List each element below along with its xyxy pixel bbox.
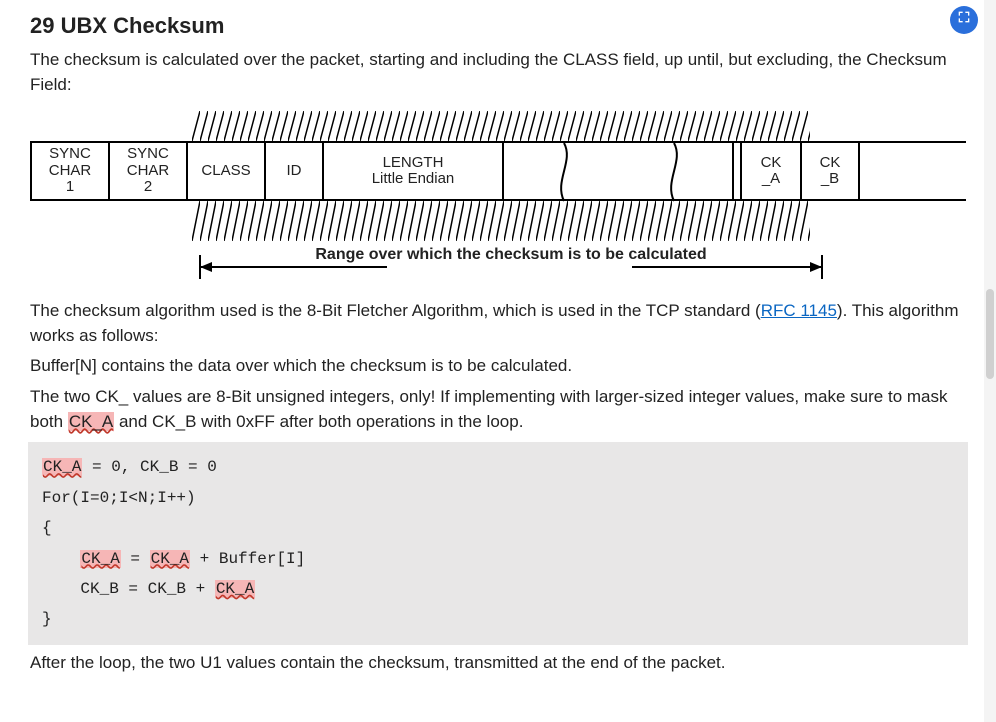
code-hl: CK_A [42, 458, 82, 476]
diagram-hatch-bottom [192, 201, 810, 241]
code-hl: CK_A [215, 580, 255, 598]
code-hl: CK_A [150, 550, 190, 568]
expand-page-button[interactable] [950, 6, 978, 34]
range-label: Range over which the checksum is to be c… [192, 245, 830, 264]
diagram-hatch-top [192, 111, 810, 141]
cell-sync2: SYNC CHAR 2 [108, 143, 186, 199]
ck-paragraph: The two CK_ values are 8-Bit unsigned in… [30, 385, 966, 434]
buffer-paragraph: Buffer[N] contains the data over which t… [30, 354, 966, 379]
cell-payload [502, 143, 732, 199]
scrollbar-thumb[interactable] [986, 289, 994, 379]
packet-diagram: SYNC CHAR 1 SYNC CHAR 2 CLASS ID LENGTH … [30, 111, 966, 291]
cell-id: ID [264, 143, 322, 199]
cell-sync1: SYNC CHAR 1 [30, 143, 108, 199]
cell-cka: CK _A [740, 143, 800, 199]
cell-ckb: CK _B [800, 143, 860, 199]
intro-paragraph: The checksum is calculated over the pack… [30, 48, 966, 97]
code-block: CK_A = 0, CK_B = 0 For(I=0;I<N;I++) { CK… [28, 442, 968, 644]
expand-arrows-icon [956, 8, 972, 33]
cell-length: LENGTH Little Endian [322, 143, 502, 199]
rfc-link[interactable]: RFC 1145 [761, 301, 837, 320]
section-heading: 29 UBX Checksum [30, 10, 966, 42]
algorithm-paragraph: The checksum algorithm used is the 8-Bit… [30, 299, 966, 348]
checksum-range-arrow: Range over which the checksum is to be c… [192, 241, 830, 291]
code-hl: CK_A [80, 550, 120, 568]
after-paragraph: After the loop, the two U1 values contai… [30, 651, 966, 676]
packet-row: SYNC CHAR 1 SYNC CHAR 2 CLASS ID LENGTH … [30, 141, 966, 201]
cell-class: CLASS [186, 143, 264, 199]
scrollbar-track [984, 0, 996, 722]
highlight-cka: CK_A [68, 412, 114, 431]
